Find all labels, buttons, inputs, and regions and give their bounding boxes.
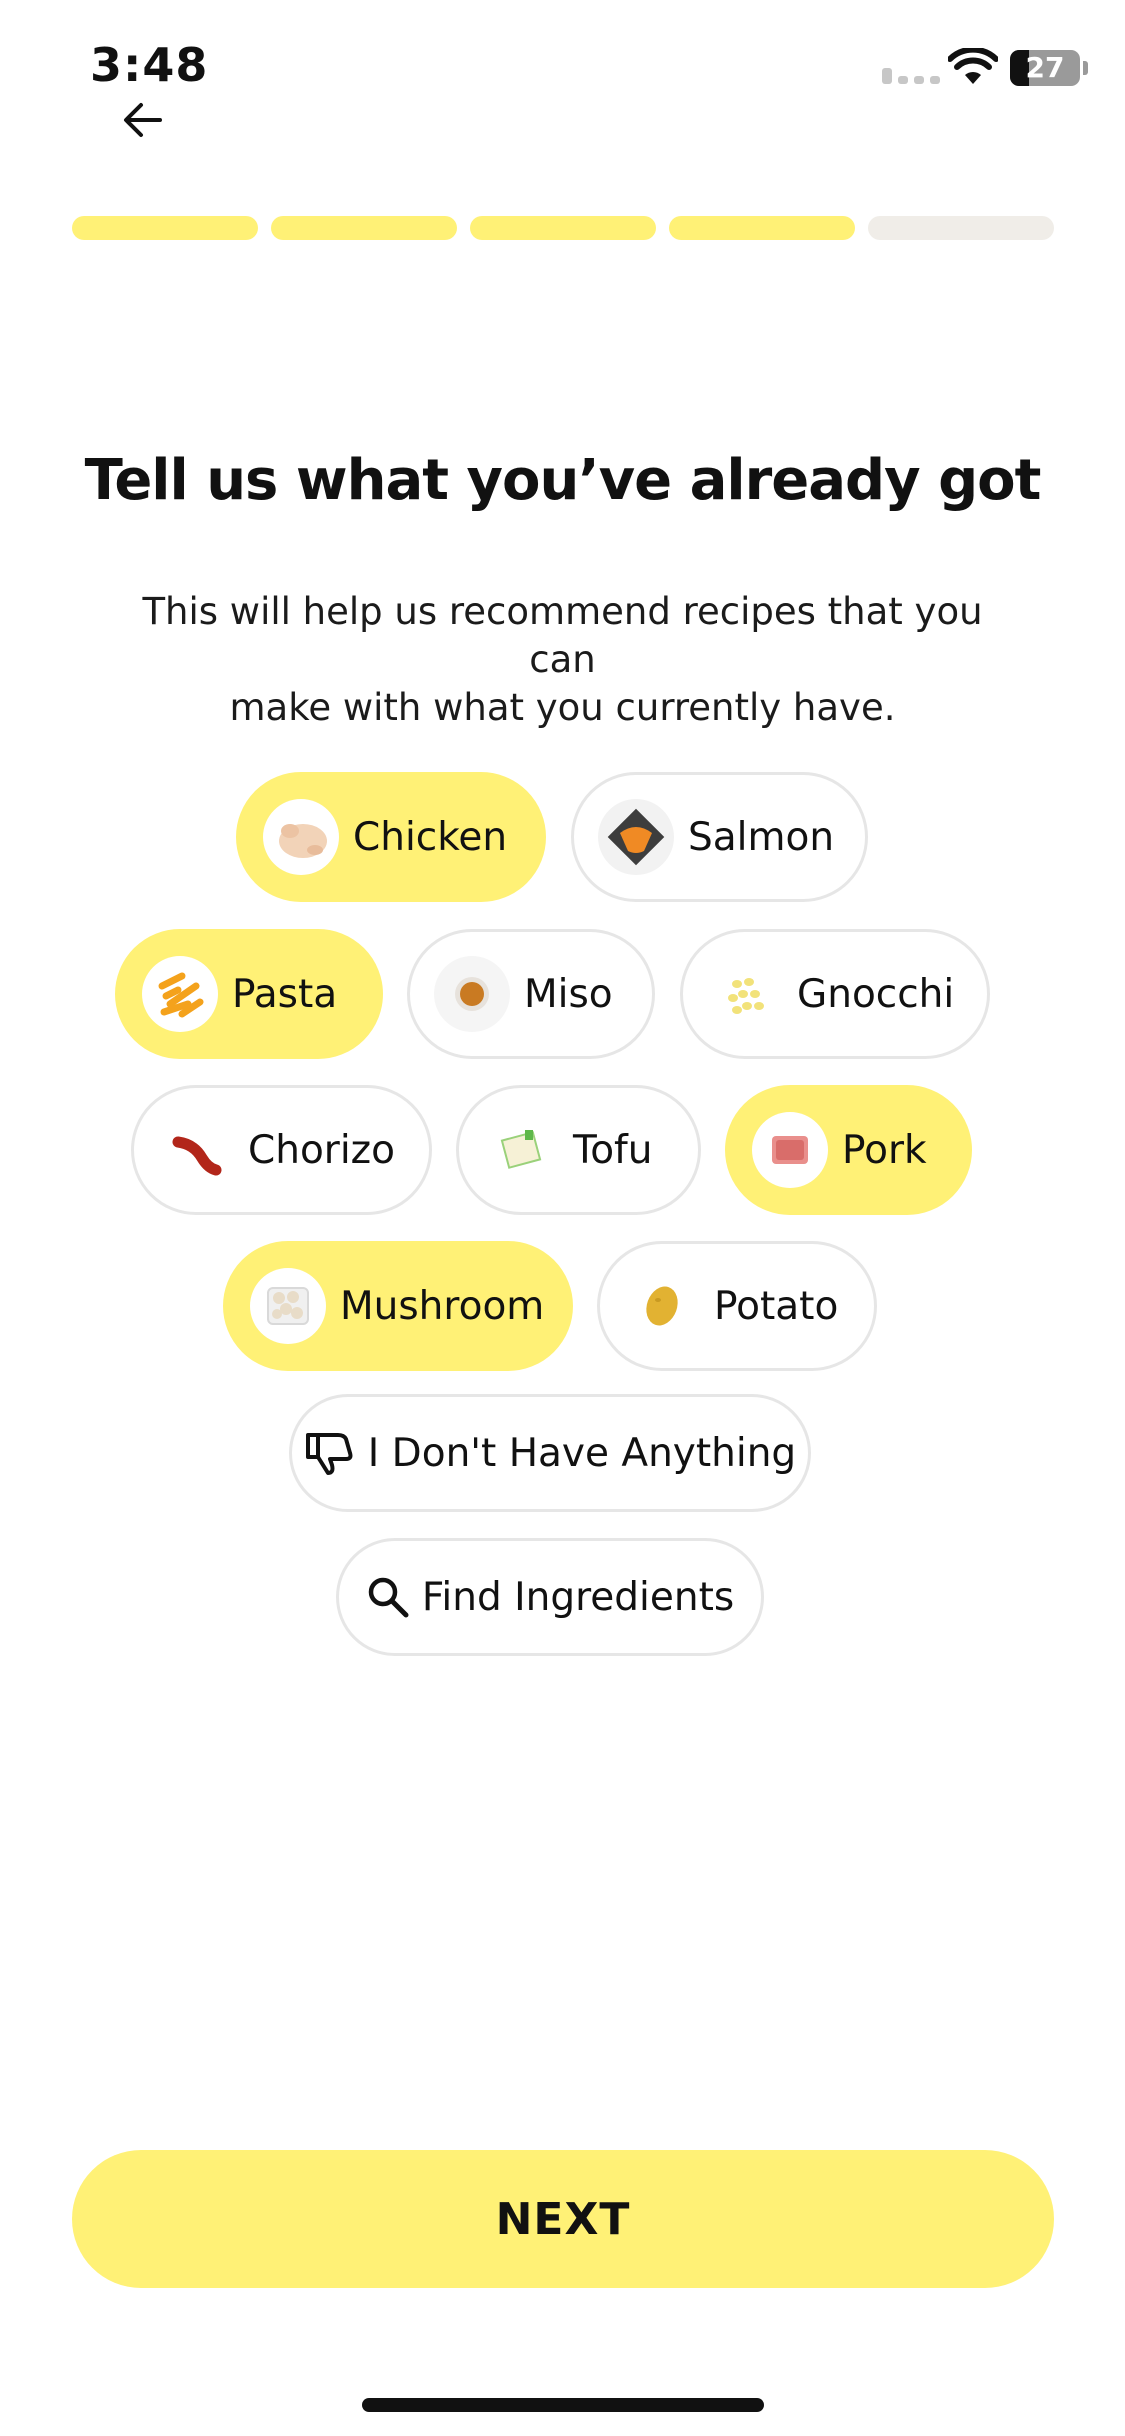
status-time: 3:48 (90, 38, 209, 92)
back-button[interactable] (118, 95, 168, 145)
potato-icon (624, 1268, 700, 1344)
battery-tip (1083, 61, 1088, 75)
search-icon (368, 1577, 409, 1618)
cellular-signal-icon (882, 68, 942, 84)
find-ingredients-label: Find Ingredients (421, 1574, 735, 1620)
ingredient-label: Salmon (688, 814, 835, 860)
page-title: Tell us what you’ve already got (84, 448, 1042, 513)
miso-icon (434, 956, 510, 1032)
ingredient-label: Potato (714, 1283, 839, 1329)
page-subtitle-line: This will help us recommend recipes that… (142, 590, 983, 681)
ingredient-chip-chorizo[interactable]: Chorizo (131, 1085, 432, 1215)
progress-segment (669, 216, 855, 240)
ingredient-chip-gnocchi[interactable]: Gnocchi (680, 929, 990, 1059)
ingredient-label: Chicken (353, 814, 508, 860)
progress-segment (470, 216, 656, 240)
arrow-left-icon (124, 103, 162, 137)
ingredient-label: Mushroom (340, 1283, 545, 1329)
ingredient-chip-potato[interactable]: Potato (597, 1241, 877, 1371)
ingredient-chip-chicken[interactable]: Chicken (236, 772, 546, 902)
ingredient-chip-pork[interactable]: Pork (725, 1085, 972, 1215)
progress-segment (271, 216, 457, 240)
wifi-icon (948, 48, 998, 84)
ingredient-label: Pork (842, 1127, 927, 1173)
ingredient-label: Pasta (232, 971, 338, 1017)
pork-icon (752, 1112, 828, 1188)
ingredient-chip-tofu[interactable]: Tofu (456, 1085, 701, 1215)
home-indicator (362, 2398, 764, 2412)
ingredient-label: Tofu (573, 1127, 653, 1173)
ingredient-label: Chorizo (248, 1127, 396, 1173)
ingredient-label: Miso (524, 971, 613, 1017)
status-bar: 3:48 27 (0, 0, 1125, 110)
chorizo-icon (158, 1112, 234, 1188)
thumbs-down-icon (305, 1433, 353, 1475)
progress-bar (72, 216, 1054, 240)
ingredient-chip-mushroom[interactable]: Mushroom (223, 1241, 573, 1371)
chicken-icon (263, 799, 339, 875)
pasta-icon (142, 956, 218, 1032)
battery-level: 27 (1025, 51, 1065, 84)
ingredient-chip-salmon[interactable]: Salmon (571, 772, 868, 902)
next-button-label: NEXT (495, 2193, 631, 2245)
ingredient-label: Gnocchi (797, 971, 955, 1017)
ingredient-chip-pasta[interactable]: Pasta (115, 929, 383, 1059)
battery-icon: 27 (1010, 50, 1080, 86)
dont-have-anything-button[interactable]: I Don't Have Anything (289, 1394, 811, 1512)
salmon-icon (598, 799, 674, 875)
progress-segment (72, 216, 258, 240)
gnocchi-icon (707, 956, 783, 1032)
mushroom-icon (250, 1268, 326, 1344)
tofu-icon (483, 1112, 559, 1188)
page-subtitle: This will help us recommend recipes that… (130, 588, 995, 732)
progress-segment (868, 216, 1054, 240)
find-ingredients-button[interactable]: Find Ingredients (336, 1538, 764, 1656)
ingredient-chip-miso[interactable]: Miso (407, 929, 655, 1059)
page-subtitle-line: make with what you currently have. (229, 686, 896, 729)
next-button[interactable]: NEXT (72, 2150, 1054, 2288)
dont-have-anything-label: I Don't Have Anything (367, 1430, 797, 1476)
